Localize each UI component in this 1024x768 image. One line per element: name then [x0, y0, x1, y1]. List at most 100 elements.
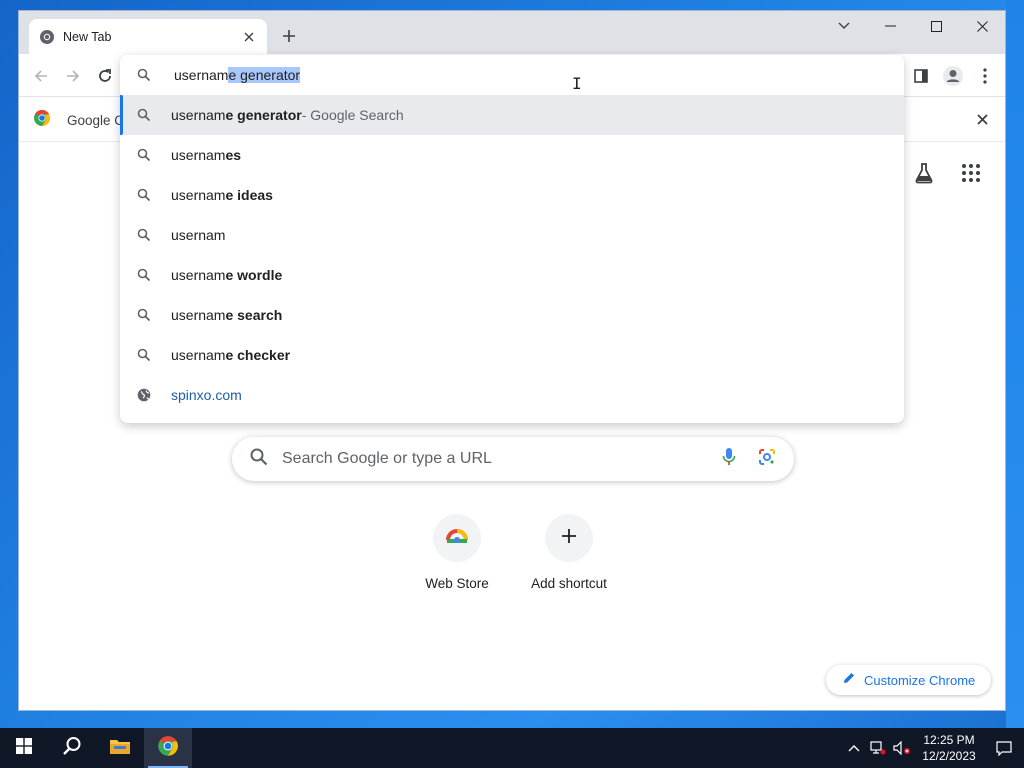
tab-title: New Tab — [63, 29, 112, 44]
search-icon — [136, 107, 152, 123]
bookmark-google-chrome[interactable]: Google C — [33, 109, 124, 132]
suggestion-source: - Google Search — [301, 107, 404, 123]
chrome-logo-icon — [157, 735, 179, 762]
suggestion-text: usernam — [171, 227, 225, 243]
volume-muted-icon[interactable] — [890, 728, 914, 768]
suggestion-item[interactable]: username wordle — [120, 255, 904, 295]
tab-search-chevron-icon[interactable] — [821, 11, 867, 41]
omnibox-input[interactable]: username generator I — [120, 55, 904, 95]
suggestion-prefix: usernam — [171, 347, 226, 363]
suggestion-completion: e search — [225, 307, 283, 323]
search-icon — [136, 227, 152, 243]
back-button[interactable] — [29, 64, 53, 88]
google-lens-icon[interactable] — [758, 448, 776, 471]
close-tab-icon[interactable] — [241, 29, 257, 45]
microphone-icon[interactable] — [722, 447, 736, 472]
suggestion-text: username search — [171, 307, 282, 323]
search-icon — [136, 307, 152, 323]
windows-logo-icon — [16, 737, 32, 759]
labs-icon[interactable] — [913, 162, 937, 186]
maximize-button[interactable] — [913, 11, 959, 41]
suggestion-item[interactable]: username search — [120, 295, 904, 335]
suggestion-item-url[interactable]: spinxo.com — [120, 375, 904, 415]
text-cursor-icon: I — [572, 74, 582, 93]
clock-date: 12/2/2023 — [922, 749, 976, 763]
suggestion-text: username wordle — [171, 267, 282, 283]
shortcut-web-store[interactable]: Web Store — [402, 514, 512, 591]
suggestion-prefix: usernam — [171, 147, 226, 163]
suggestion-item[interactable]: usernam — [120, 215, 904, 255]
search-placeholder: Search Google or type a URL — [282, 450, 492, 467]
web-store-icon — [446, 528, 468, 549]
file-explorer-button[interactable] — [96, 728, 144, 768]
suggestion-prefix: usernam — [171, 187, 226, 203]
suggestion-prefix: usernam — [171, 307, 226, 323]
bookmark-label: Google C — [67, 113, 125, 128]
show-hidden-icons-chevron-icon[interactable] — [842, 728, 866, 768]
search-icon — [136, 187, 152, 203]
menu-kebab-icon[interactable] — [973, 64, 997, 88]
forward-button[interactable] — [61, 64, 85, 88]
globe-icon — [136, 387, 152, 403]
network-icon[interactable] — [866, 728, 890, 768]
chrome-logo-icon — [33, 109, 51, 132]
suggestion-text: username checker — [171, 347, 290, 363]
suggestion-item[interactable]: username checker — [120, 335, 904, 375]
close-infobar-icon[interactable] — [973, 110, 991, 128]
reload-button[interactable] — [93, 64, 117, 88]
suggestion-text: usernames — [171, 147, 241, 163]
suggestion-completion: e ideas — [225, 187, 273, 203]
suggestion-completion: e generator — [225, 107, 302, 123]
suggestion-item[interactable]: username ideas — [120, 175, 904, 215]
suggestion-text: username generator — [171, 107, 302, 123]
search-icon — [136, 347, 152, 363]
system-tray: 12:25 PM 12/2/2023 — [842, 728, 1024, 768]
suggestion-completion: e checker — [225, 347, 291, 363]
new-tab-button[interactable] — [277, 24, 301, 48]
suggestion-text: username ideas — [171, 187, 273, 203]
side-panel-icon[interactable] — [909, 64, 933, 88]
web-store-tile — [433, 514, 481, 562]
tab-strip: New Tab — [19, 11, 1005, 54]
tab-new-tab[interactable]: New Tab — [29, 19, 267, 54]
customize-chrome-button[interactable]: Customize Chrome — [826, 665, 991, 695]
suggestion-completion: e wordle — [225, 267, 283, 283]
omnibox-text: username generator — [174, 67, 301, 83]
search-icon — [136, 67, 152, 83]
close-window-button[interactable] — [959, 11, 1005, 41]
minimize-button[interactable] — [867, 11, 913, 41]
search-icon — [62, 736, 82, 761]
ntp-search-box[interactable]: Search Google or type a URL — [232, 437, 794, 481]
search-icon — [136, 267, 152, 283]
omnibox-dropdown: username generator I username generator … — [120, 55, 904, 423]
taskbar-clock[interactable]: 12:25 PM 12/2/2023 — [914, 732, 984, 764]
suggestion-item[interactable]: username generator - Google Search — [120, 95, 904, 135]
suggestion-completion: es — [225, 147, 242, 163]
shortcut-add[interactable]: Add shortcut — [514, 514, 624, 591]
suggestion-prefix: usernam — [171, 267, 226, 283]
pencil-icon — [842, 671, 856, 690]
taskbar: 12:25 PM 12/2/2023 — [0, 728, 1024, 768]
chrome-taskbar-button[interactable] — [144, 728, 192, 768]
suggestion-url: spinxo.com — [171, 387, 242, 403]
suggestion-prefix: usernam — [171, 107, 226, 123]
notifications-icon[interactable] — [984, 728, 1024, 768]
google-apps-icon[interactable] — [961, 163, 983, 185]
suggestion-prefix: usernam — [171, 227, 226, 243]
shortcut-label: Web Store — [425, 576, 489, 591]
chrome-icon — [39, 29, 55, 45]
plus-icon — [561, 528, 577, 549]
customize-label: Customize Chrome — [864, 672, 976, 688]
shortcut-label: Add shortcut — [531, 576, 607, 591]
clock-time: 12:25 PM — [923, 733, 975, 747]
profile-avatar[interactable] — [941, 64, 965, 88]
desktop-background — [1006, 0, 1024, 728]
add-shortcut-tile — [545, 514, 593, 562]
folder-icon — [109, 737, 131, 760]
omnibox-autocomplete-selection: e generator — [228, 67, 301, 83]
suggestion-item[interactable]: usernames — [120, 135, 904, 175]
search-icon — [136, 147, 152, 163]
taskbar-search-button[interactable] — [48, 728, 96, 768]
search-icon — [250, 448, 268, 471]
start-button[interactable] — [0, 728, 48, 768]
